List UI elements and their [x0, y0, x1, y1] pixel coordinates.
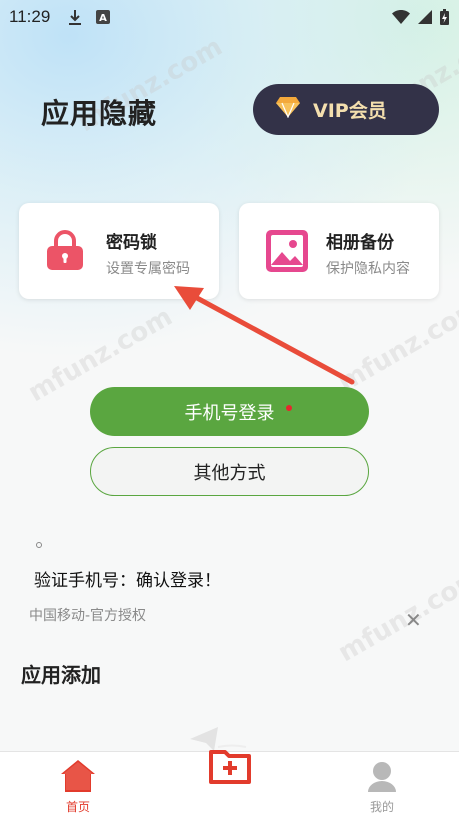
- tab-me[interactable]: 我的: [352, 760, 412, 815]
- card-title: 密码锁: [106, 233, 157, 253]
- annotation-arrow: [174, 286, 355, 385]
- card-subtitle: 设置专属密码: [106, 261, 190, 277]
- status-bar: 11:29 A: [0, 0, 459, 34]
- status-time: 11:29: [9, 7, 51, 26]
- battery-icon: [440, 9, 449, 25]
- tab-add[interactable]: [208, 747, 252, 789]
- page-title: 应用隐藏: [41, 97, 158, 130]
- notification-dot: [286, 405, 292, 411]
- tab-home-label: 首页: [65, 800, 90, 814]
- home-icon: [61, 760, 95, 796]
- signal-icon: [418, 10, 432, 24]
- a-icon: A: [96, 10, 111, 24]
- verify-text: 验证手机号：确认登录！: [34, 571, 221, 591]
- add-folder-icon: [208, 750, 252, 789]
- phone-login-button[interactable]: 手机号登录: [90, 387, 369, 436]
- svg-text:A: A: [99, 13, 107, 24]
- download-icon: [68, 9, 82, 25]
- image-icon: [266, 230, 308, 272]
- wifi-icon: [392, 10, 410, 24]
- vip-button[interactable]: VIP会员: [253, 84, 439, 135]
- lock-icon: [47, 230, 87, 272]
- user-icon: [366, 762, 398, 796]
- carrier-text: 中国移动-官方授权: [29, 608, 147, 624]
- card-title: 相册备份: [326, 233, 394, 253]
- close-icon[interactable]: ✕: [405, 610, 422, 630]
- phone-login-label: 手机号登录: [184, 402, 275, 424]
- watermark: mfunz.com: [333, 561, 459, 669]
- tab-home[interactable]: 首页: [48, 760, 108, 815]
- diamond-icon: [275, 96, 301, 123]
- vip-label: VIP会员: [313, 100, 387, 122]
- tab-me-label: 我的: [369, 800, 394, 814]
- other-login-button[interactable]: 其他方式: [90, 447, 369, 496]
- tab-bar: 首页 我的: [0, 750, 459, 816]
- other-login-label: 其他方式: [193, 462, 266, 484]
- card-subtitle: 保护隐私内容: [326, 261, 410, 277]
- radio-icon[interactable]: [36, 542, 42, 548]
- section-title: 应用添加: [21, 663, 101, 687]
